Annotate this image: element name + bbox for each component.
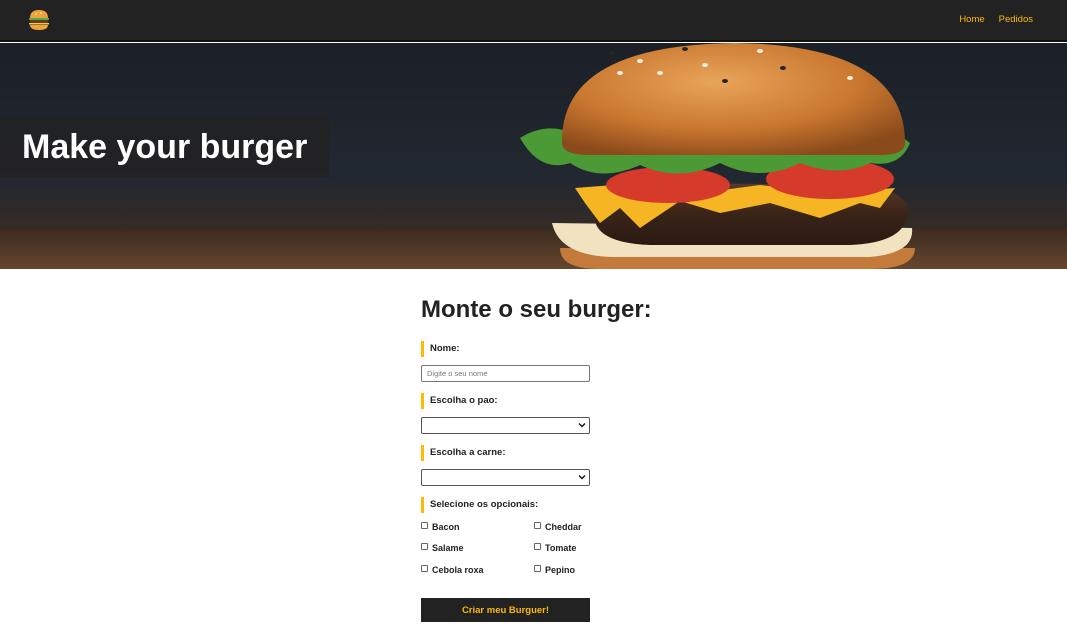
bread-select[interactable] [421,417,590,434]
meat-label: Escolha a carne: [421,445,506,461]
nav-link-pedidos[interactable]: Pedidos [999,14,1033,25]
checkbox[interactable] [534,564,541,572]
checkbox-label: Cebola roxa [432,565,484,575]
checkbox-label: Cheddar [545,522,582,532]
meat-select[interactable] [421,469,590,486]
form-heading: Monte o seu burger: [421,296,652,323]
checkbox[interactable] [421,564,428,572]
checkbox[interactable] [421,521,428,529]
optional-cebola-roxa[interactable]: Cebola roxa [421,564,484,576]
checkbox-label: Salame [432,543,464,553]
bread-label: Escolha o pao: [421,393,498,409]
hero-title: Make your burger [22,128,308,166]
optional-cheddar[interactable]: Cheddar [534,521,582,533]
nav-links: Home Pedidos [959,14,1033,25]
optional-pepino[interactable]: Pepino [534,564,575,576]
optional-bacon[interactable]: Bacon [421,521,460,533]
checkbox-label: Pepino [545,565,576,575]
optional-salame[interactable]: Salame [421,542,464,554]
checkbox-label: Tomate [545,543,577,553]
checkbox-label: Bacon [432,522,460,532]
hero-banner: Make your burger [0,43,1067,269]
hero-title-box: Make your burger [0,117,330,178]
name-input[interactable] [421,365,590,382]
chevron-down-icon [578,475,586,480]
optional-tomate[interactable]: Tomate [534,542,576,554]
chevron-down-icon [578,423,586,428]
burger-logo-icon[interactable] [28,8,50,32]
checkbox[interactable] [534,542,541,550]
checkbox[interactable] [534,521,541,529]
create-burger-button[interactable]: Criar meu Burguer! [421,598,590,622]
nav-link-home[interactable]: Home [959,14,984,25]
optionals-label: Selecione os opcionais: [421,497,538,513]
navbar: Home Pedidos [0,0,1067,42]
name-label: Nome: [421,341,460,357]
burger-form: Monte o seu burger: Nome: Escolha o pao:… [421,296,661,622]
checkbox[interactable] [421,542,428,550]
